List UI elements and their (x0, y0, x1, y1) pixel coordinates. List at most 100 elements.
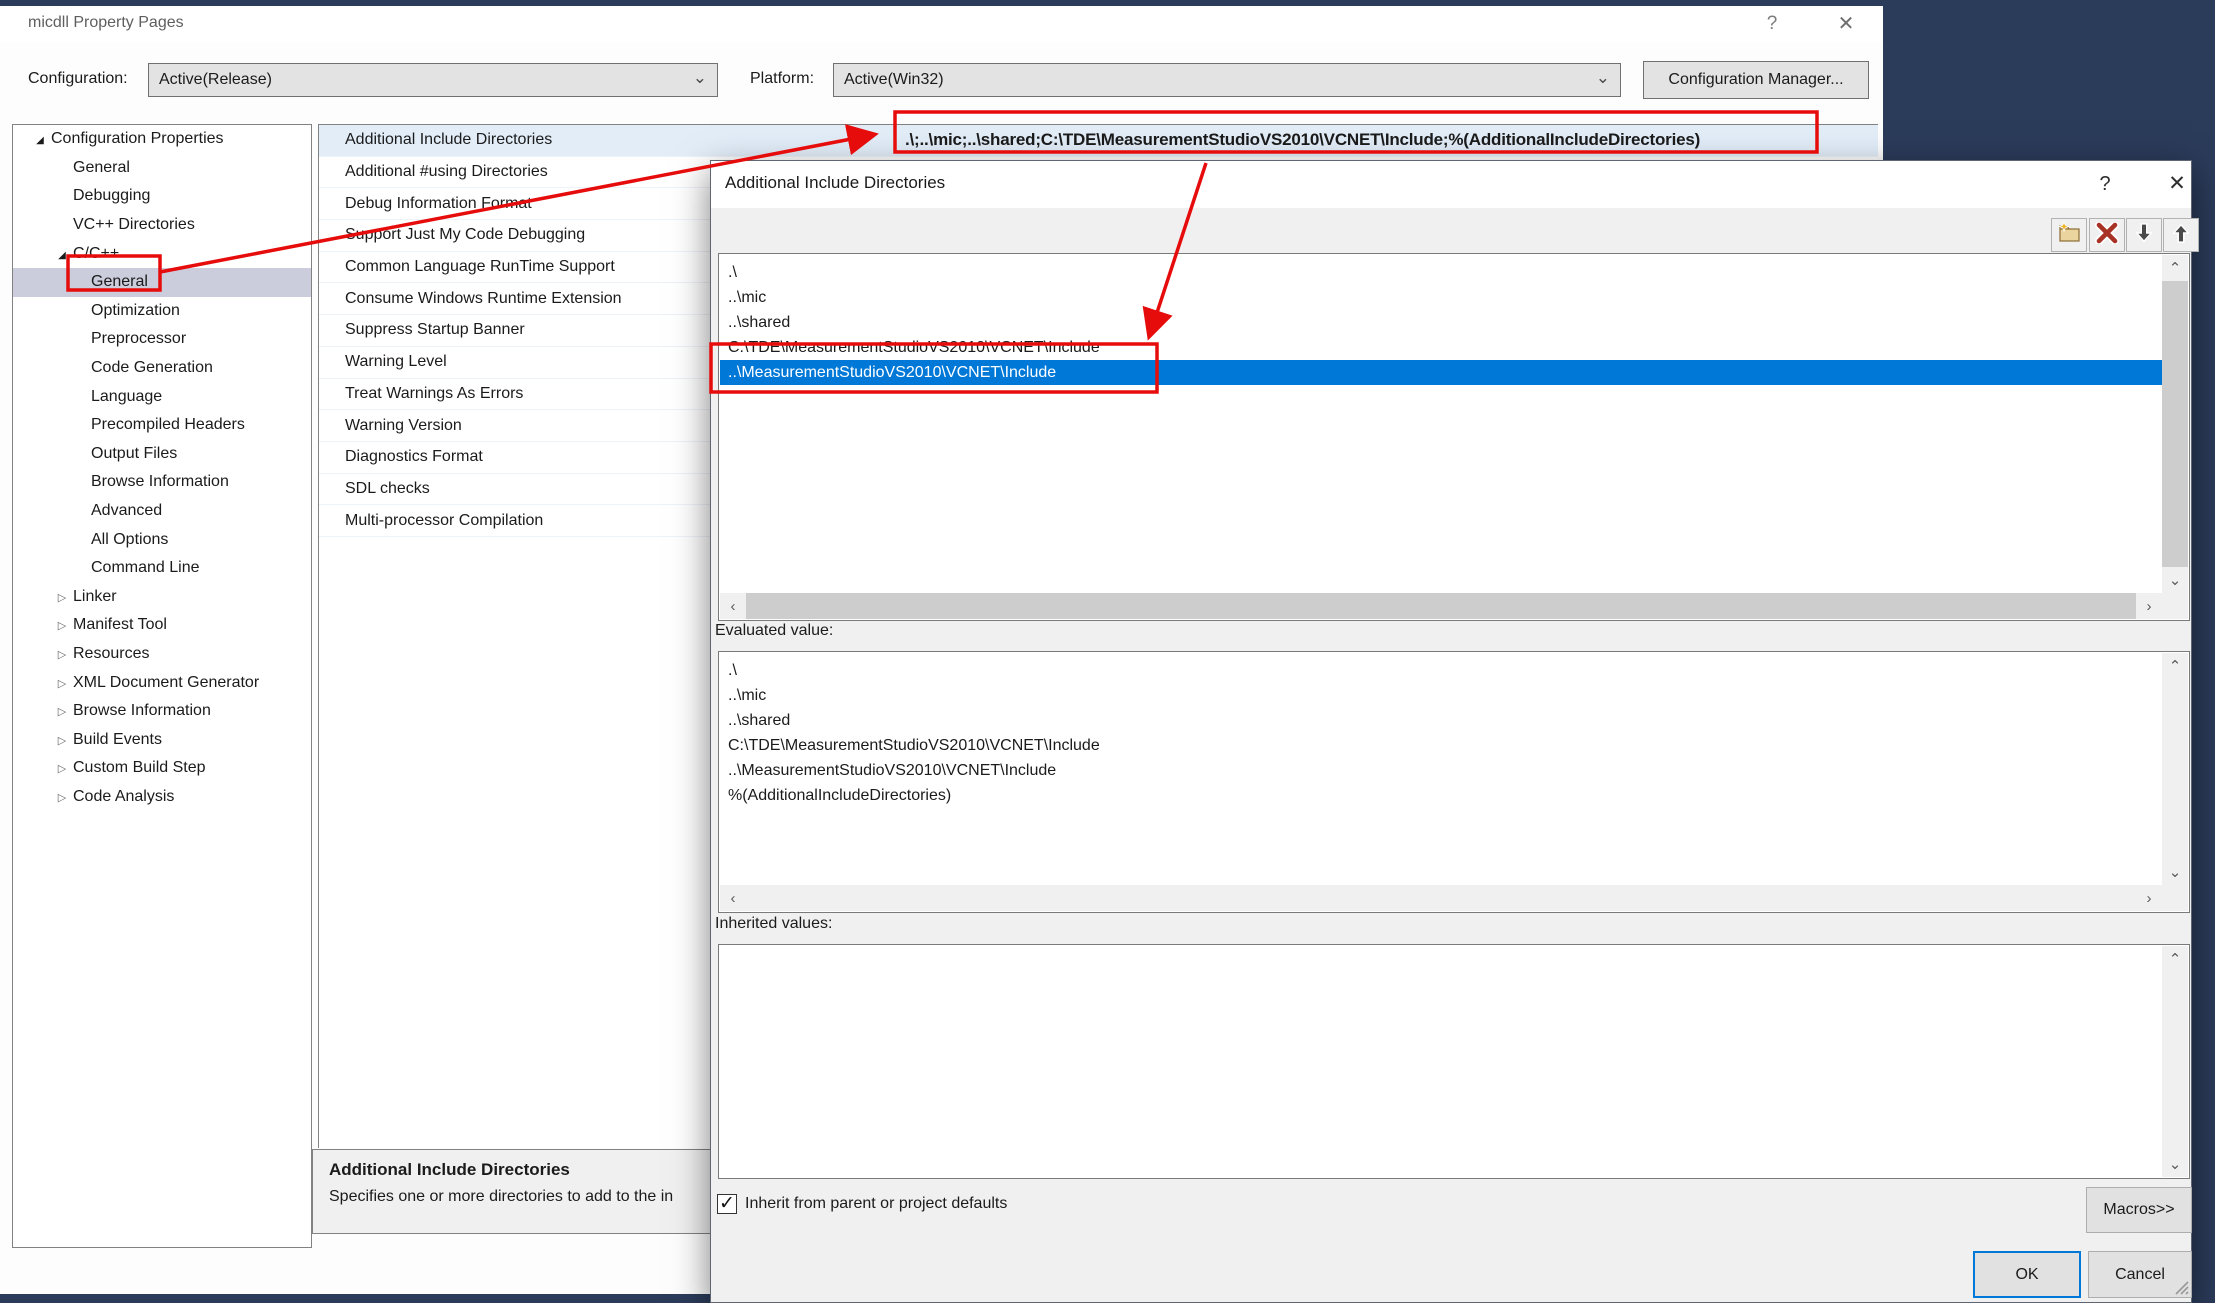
tree-item-label: Optimization (89, 302, 180, 320)
macros-button[interactable]: Macros>> (2086, 1187, 2192, 1233)
tree-item[interactable]: Advanced (13, 497, 311, 526)
new-folder-icon (2056, 221, 2082, 250)
scroll-right-icon[interactable]: › (2136, 593, 2162, 619)
dialog-title: Additional Include Directories (725, 173, 945, 193)
tree-item[interactable]: Custom Build Step (13, 754, 311, 783)
delete-line-button[interactable] (2089, 218, 2125, 252)
property-name: Diagnostics Format (345, 448, 483, 466)
tree-item-label: Precompiled Headers (89, 416, 245, 434)
property-value[interactable]: .\;..\mic;..\shared;C:\TDE\MeasurementSt… (905, 130, 1700, 150)
tree-expander-icon[interactable] (53, 245, 71, 263)
directory-list-item[interactable]: ..\MeasurementStudioVS2010\VCNET\Include (720, 360, 2162, 385)
tree-item-label: Language (89, 388, 162, 406)
inherit-checkbox-label[interactable]: Inherit from parent or project defaults (745, 1195, 1007, 1213)
scroll-down-icon[interactable]: ⌄ (2162, 1151, 2188, 1177)
window-titlebar[interactable]: micdll Property Pages ? ✕ (0, 6, 1883, 42)
new-line-button[interactable] (2051, 218, 2087, 252)
tree-expander-icon[interactable] (53, 759, 71, 777)
scrollbar-thumb[interactable] (2162, 281, 2188, 567)
vertical-scrollbar[interactable]: ⌃ ⌄ (2162, 255, 2188, 593)
platform-dropdown[interactable]: Active(Win32) ⌄ (833, 63, 1621, 97)
tree-item[interactable]: Output Files (13, 440, 311, 469)
configuration-manager-button[interactable]: Configuration Manager... (1643, 61, 1869, 99)
tree-item[interactable]: Browse Information (13, 697, 311, 726)
directory-list-item[interactable]: C:\TDE\MeasurementStudioVS2010\VCNET\Inc… (720, 335, 2162, 360)
tree-item-label: Preprocessor (89, 330, 186, 348)
property-name: Multi-processor Compilation (345, 512, 543, 530)
property-name: Suppress Startup Banner (345, 321, 525, 339)
tree-item[interactable]: Manifest Tool (13, 611, 311, 640)
tree-item[interactable]: General (13, 154, 311, 183)
tree-expander-icon[interactable] (53, 588, 71, 606)
tree-item[interactable]: All Options (13, 525, 311, 554)
scroll-up-icon[interactable]: ⌃ (2162, 255, 2188, 281)
tree-item[interactable]: Command Line (13, 554, 311, 583)
tree-expander-icon[interactable] (53, 702, 71, 720)
configuration-dropdown[interactable]: Active(Release) ⌄ (148, 63, 718, 97)
tree-item-label: Output Files (89, 445, 177, 463)
property-name: Debug Information Format (345, 195, 532, 213)
horizontal-scrollbar[interactable]: ‹ › (720, 593, 2162, 619)
tree-expander-icon[interactable] (53, 645, 71, 663)
resize-grip-icon[interactable] (2171, 1277, 2189, 1300)
scroll-up-icon[interactable]: ⌃ (2162, 946, 2188, 972)
tree-item[interactable]: Resources (13, 640, 311, 669)
tree-item-label: General (71, 159, 130, 177)
tree-item-label: Command Line (89, 559, 200, 577)
property-name: Warning Version (345, 417, 462, 435)
directory-list-item[interactable]: .\ (720, 260, 2162, 285)
tree-expander-icon[interactable] (53, 674, 71, 692)
tree-item-label: Browse Information (71, 702, 211, 720)
tree-item[interactable]: Debugging (13, 182, 311, 211)
dialog-titlebar[interactable]: Additional Include Directories ? ✕ (711, 161, 2191, 208)
tree-expander-icon[interactable] (53, 788, 71, 806)
directory-list-item[interactable]: ..\shared (720, 310, 2162, 335)
tree-item[interactable]: General (13, 268, 311, 297)
scroll-down-icon[interactable]: ⌄ (2162, 567, 2188, 593)
close-icon[interactable]: ✕ (2155, 169, 2199, 199)
tree-item[interactable]: XML Document Generator (13, 668, 311, 697)
chevron-down-icon: ⌄ (1596, 62, 1610, 94)
tree-item-label: All Options (89, 531, 168, 549)
red-x-icon (2095, 222, 2119, 249)
evaluated-value-line: ..\mic (720, 683, 2162, 708)
tree-item[interactable]: Browse Information (13, 468, 311, 497)
tree-expander-icon[interactable] (53, 731, 71, 749)
tree-expander-icon[interactable] (53, 616, 71, 634)
vertical-scrollbar[interactable]: ⌃ ⌄ (2162, 653, 2188, 885)
move-up-button[interactable] (2163, 218, 2199, 252)
scroll-right-icon[interactable]: › (2136, 885, 2162, 911)
evaluated-value-label: Evaluated value: (715, 622, 833, 640)
horizontal-scrollbar[interactable]: ‹ › (720, 885, 2162, 911)
scrollbar-thumb[interactable] (746, 593, 2136, 619)
property-row[interactable]: Additional Include Directories .\;..\mic… (319, 125, 1878, 157)
tree-item[interactable]: Configuration Properties (13, 125, 311, 154)
scroll-up-icon[interactable]: ⌃ (2162, 653, 2188, 679)
tree-item[interactable]: VC++ Directories (13, 211, 311, 240)
tree-item[interactable]: Optimization (13, 297, 311, 326)
tree-item[interactable]: Build Events (13, 725, 311, 754)
help-icon[interactable]: ? (1750, 10, 1794, 38)
vertical-scrollbar[interactable]: ⌃ ⌄ (2162, 946, 2188, 1177)
tree-item[interactable]: Preprocessor (13, 325, 311, 354)
tree-item[interactable]: Code Analysis (13, 783, 311, 812)
help-icon[interactable]: ? (2083, 169, 2127, 199)
close-icon[interactable]: ✕ (1824, 10, 1868, 38)
tree-item[interactable]: Linker (13, 583, 311, 612)
tree-item-label: General (89, 273, 148, 291)
tree-item[interactable]: Language (13, 382, 311, 411)
tree-expander-icon[interactable] (31, 130, 49, 148)
property-name: Common Language RunTime Support (345, 258, 615, 276)
directory-list-item[interactable]: ..\mic (720, 285, 2162, 310)
scroll-down-icon[interactable]: ⌄ (2162, 859, 2188, 885)
inherit-checkbox[interactable] (717, 1194, 737, 1214)
tree-item[interactable]: Code Generation (13, 354, 311, 383)
scroll-left-icon[interactable]: ‹ (720, 593, 746, 619)
ok-button[interactable]: OK (1973, 1251, 2081, 1298)
scroll-left-icon[interactable]: ‹ (720, 885, 746, 911)
tree-item[interactable]: Precompiled Headers (13, 411, 311, 440)
configuration-value: Active(Release) (159, 71, 272, 88)
move-down-button[interactable] (2126, 218, 2162, 252)
tree-item[interactable]: C/C++ (13, 239, 311, 268)
tree-item-label: Resources (71, 645, 149, 663)
